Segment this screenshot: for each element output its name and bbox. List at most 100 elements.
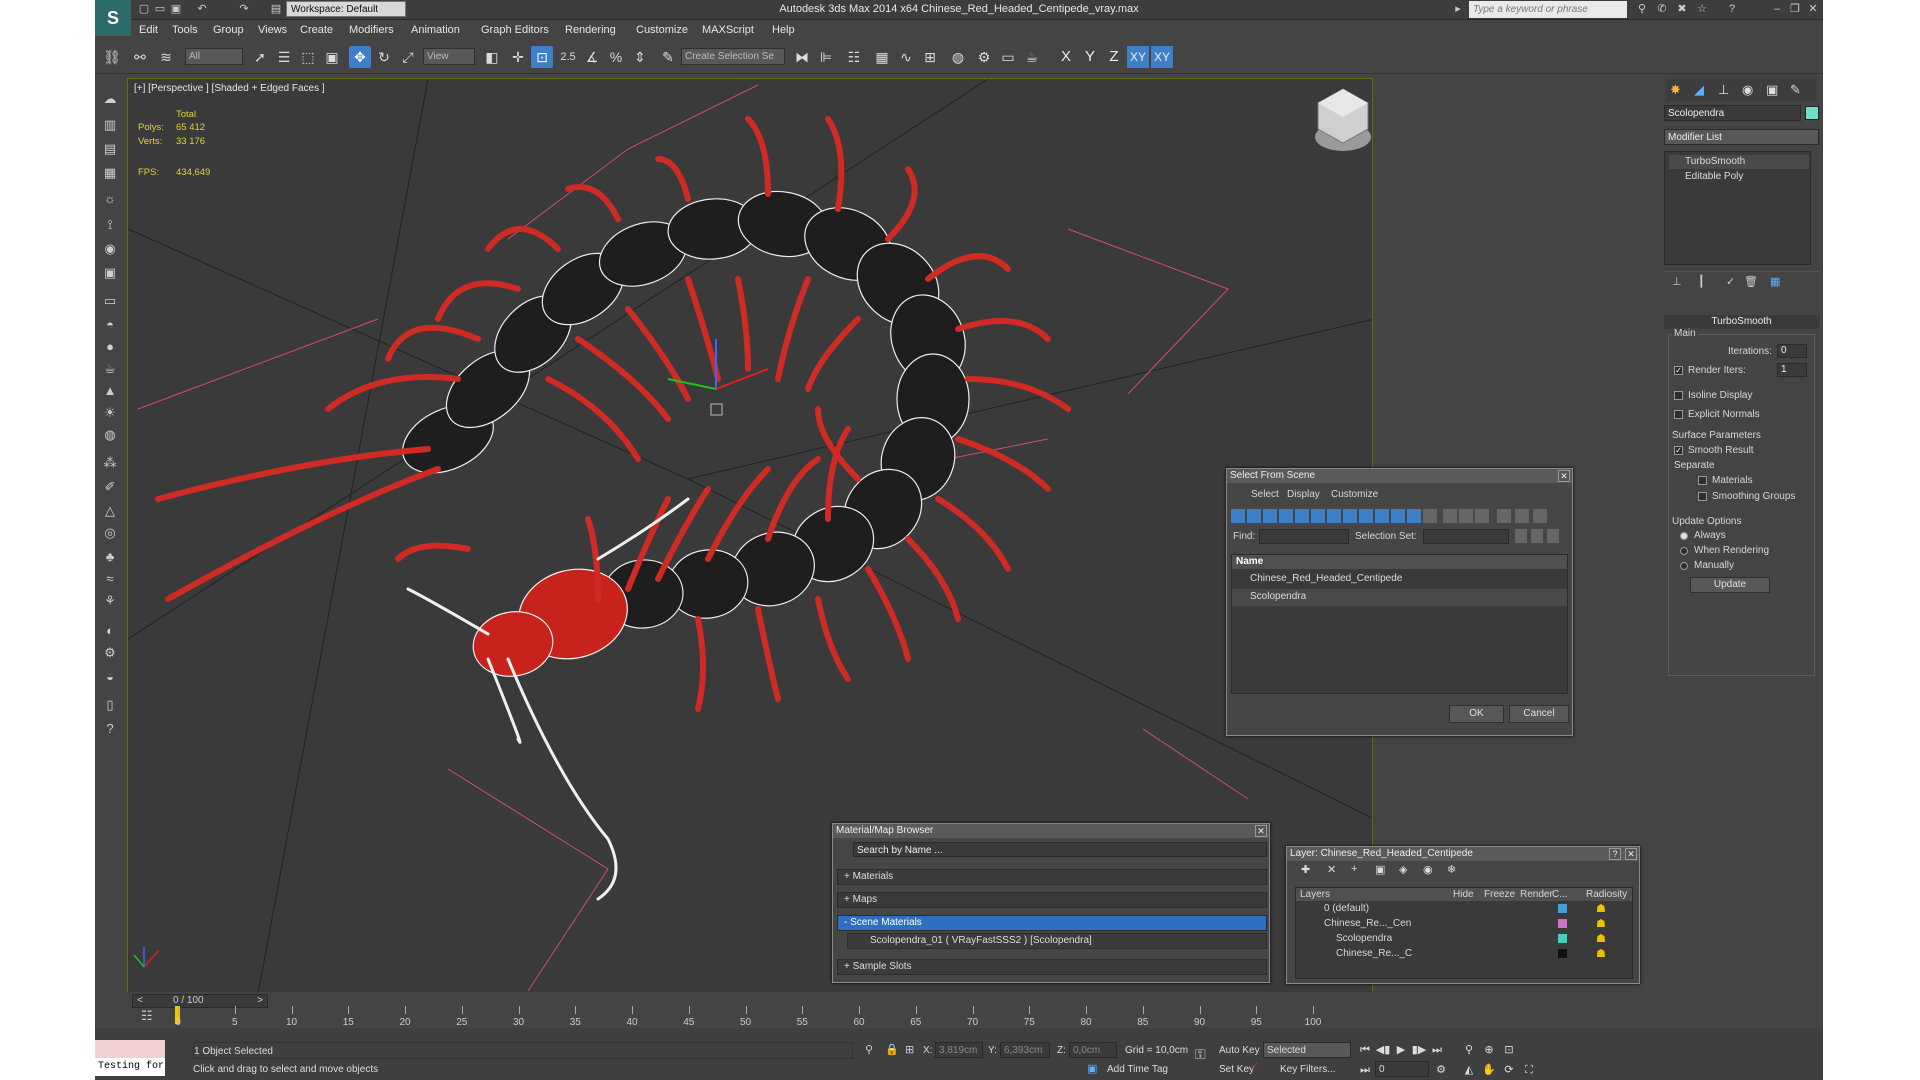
pan-icon[interactable]: ✋	[1481, 1062, 1497, 1078]
scene-material-item[interactable]: Scolopendra_01 ( VRayFastSSS2 ) [Scolope…	[847, 933, 1267, 949]
smoothing-groups-checkbox[interactable]	[1698, 492, 1707, 501]
table-row[interactable]: Chinese_Re..._Cen ☗	[1296, 917, 1632, 932]
hair-icon[interactable]: ≈	[99, 569, 121, 589]
delete-layer-icon[interactable]: ✕	[1327, 863, 1336, 876]
binoculars-icon[interactable]: ⚲	[1635, 2, 1649, 16]
menu-tools[interactable]: Tools	[172, 24, 198, 36]
select-none-icon[interactable]	[1459, 509, 1473, 523]
render-iters-spinner[interactable]: 1	[1777, 363, 1807, 377]
sample-slots-group[interactable]: + Sample Slots	[837, 959, 1267, 975]
redo-icon[interactable]: ↷	[237, 2, 251, 16]
select-rotate-icon[interactable]: ↻	[373, 46, 395, 68]
update-button[interactable]: Update	[1690, 577, 1770, 593]
y-coordinate-field[interactable]: 6,393cm	[1000, 1042, 1050, 1058]
create-tab-icon[interactable]: ✸	[1670, 82, 1681, 98]
select-from-scene-title[interactable]: Select From Scene	[1227, 469, 1572, 483]
manually-radio[interactable]	[1680, 562, 1688, 570]
select-by-name-icon[interactable]: ☰	[273, 46, 295, 68]
pivot-center-icon[interactable]: ◧	[481, 46, 503, 68]
time-tag-icon[interactable]: ▣	[1087, 1062, 1097, 1075]
zoom-all-icon[interactable]: ⊕	[1481, 1042, 1497, 1058]
reference-coordinate-dropdown[interactable]: View	[423, 48, 475, 65]
x-coordinate-field[interactable]: 3,819cm	[935, 1042, 983, 1058]
axis-y-button[interactable]: Y	[1079, 46, 1101, 68]
help-search-input[interactable]: Type a keyword or phrase	[1469, 1, 1627, 18]
always-radio[interactable]	[1680, 532, 1688, 540]
radiosity-icon[interactable]: ☗	[1596, 902, 1606, 915]
col-color[interactable]: C...	[1552, 889, 1568, 900]
globe-icon[interactable]: ◎	[99, 523, 121, 543]
communication-icon[interactable]: ✆	[1655, 2, 1669, 16]
filter-xrefs-icon[interactable]	[1343, 509, 1357, 523]
auto-key-button[interactable]: Auto Key	[1219, 1045, 1260, 1056]
scene-explorer-icon[interactable]: ☁	[99, 89, 121, 109]
make-unique-icon[interactable]: ✓	[1726, 275, 1735, 288]
open-file-icon[interactable]: ▭	[153, 2, 167, 16]
pin-stack-icon[interactable]: ⊥	[1672, 275, 1682, 288]
materials-checkbox[interactable]	[1698, 476, 1707, 485]
new-file-icon[interactable]: ▢	[137, 2, 151, 16]
fur-icon[interactable]: ⚘	[99, 591, 121, 611]
help-icon[interactable]: ?	[1725, 2, 1739, 16]
window-crossing-icon[interactable]: ▣	[321, 46, 343, 68]
particles-icon[interactable]: ⁂	[99, 453, 121, 473]
material-browser-title[interactable]: Material/Map Browser	[833, 824, 1269, 838]
col-render[interactable]: Render	[1520, 889, 1553, 900]
col-freeze[interactable]: Freeze	[1484, 889, 1515, 900]
rendered-frame-window-icon[interactable]: ▭	[997, 46, 1019, 68]
layer-color-swatch[interactable]	[1558, 934, 1567, 943]
helper-icon[interactable]: ⟟	[99, 215, 121, 235]
filter-all-icon[interactable]	[1423, 509, 1437, 523]
material-ball-icon[interactable]: ◍	[99, 425, 121, 445]
select-menu-customize[interactable]: Customize	[1331, 489, 1378, 500]
name-column-header[interactable]: Name	[1232, 555, 1567, 569]
save-file-icon[interactable]: ▣	[169, 2, 183, 16]
render-setup-icon[interactable]: ⚙	[973, 46, 995, 68]
filter-cameras-icon[interactable]	[1279, 509, 1293, 523]
menu-animation[interactable]: Animation	[411, 24, 460, 36]
stack-item-editable-poly[interactable]: Editable Poly	[1669, 170, 1809, 184]
new-layer-icon[interactable]: ✚	[1301, 863, 1310, 876]
add-time-tag-button[interactable]: Add Time Tag	[1107, 1064, 1168, 1075]
select-scale-icon[interactable]: ⤢	[397, 46, 419, 68]
filter-hidden-icon[interactable]	[1407, 509, 1421, 523]
cancel-button[interactable]: Cancel	[1509, 705, 1569, 723]
align-icon[interactable]: ⊫	[815, 46, 837, 68]
list-item[interactable]: Scolopendra	[1232, 589, 1567, 606]
file-icon[interactable]: ▯	[99, 695, 121, 715]
remove-modifier-icon[interactable]: 🗑	[1744, 275, 1758, 288]
materials-group[interactable]: + Materials	[837, 869, 1267, 885]
hide-all-layers-icon[interactable]: ◉	[1423, 863, 1433, 876]
selection-set-add-icon[interactable]	[1515, 529, 1527, 543]
named-selection-dropdown[interactable]: Create Selection Se	[681, 48, 785, 65]
material-search-input[interactable]: Search by Name ...	[853, 842, 1267, 857]
sphere-half-icon[interactable]: ◓	[99, 315, 121, 335]
goto-start-icon[interactable]: ⏮	[1357, 1042, 1373, 1058]
minimize-icon[interactable]: –	[1770, 2, 1784, 16]
table-row[interactable]: Scolopendra ☗	[1296, 932, 1632, 947]
material-browser-close-icon[interactable]: ✕	[1255, 825, 1267, 837]
select-invert-icon[interactable]	[1475, 509, 1489, 523]
menu-edit[interactable]: Edit	[139, 24, 158, 36]
restore-icon[interactable]: ❐	[1788, 2, 1802, 16]
set-key-button[interactable]: Set Key	[1219, 1064, 1254, 1075]
key-filters-button[interactable]: Key Filters...	[1280, 1064, 1336, 1075]
filter-spacewarps-icon[interactable]	[1311, 509, 1325, 523]
when-rendering-radio[interactable]	[1680, 547, 1688, 555]
key-icon[interactable]: ⚿	[1195, 1046, 1206, 1063]
layer-color-swatch[interactable]	[1558, 904, 1567, 913]
menu-modifiers[interactable]: Modifiers	[349, 24, 394, 36]
list-icon[interactable]: ▤	[99, 139, 121, 159]
edit-named-selection-icon[interactable]: ✎	[657, 46, 679, 68]
selection-set-dropdown[interactable]	[1423, 529, 1509, 544]
close-window-icon[interactable]: ✕	[1806, 2, 1820, 16]
goto-end-icon[interactable]: ⏭	[1429, 1042, 1445, 1058]
modifier-list-dropdown[interactable]: Modifier List	[1664, 129, 1819, 145]
settings-icon[interactable]: ⚙	[99, 643, 121, 663]
sun-icon[interactable]: ☀	[99, 403, 121, 423]
spinner-snap-icon[interactable]: ⇕	[629, 46, 651, 68]
radiosity-icon[interactable]: ☗	[1596, 947, 1606, 960]
motion-tab-icon[interactable]: ◉	[1742, 82, 1753, 98]
sort-icon[interactable]	[1515, 509, 1529, 523]
field-of-view-icon[interactable]: ◭	[1461, 1062, 1477, 1078]
